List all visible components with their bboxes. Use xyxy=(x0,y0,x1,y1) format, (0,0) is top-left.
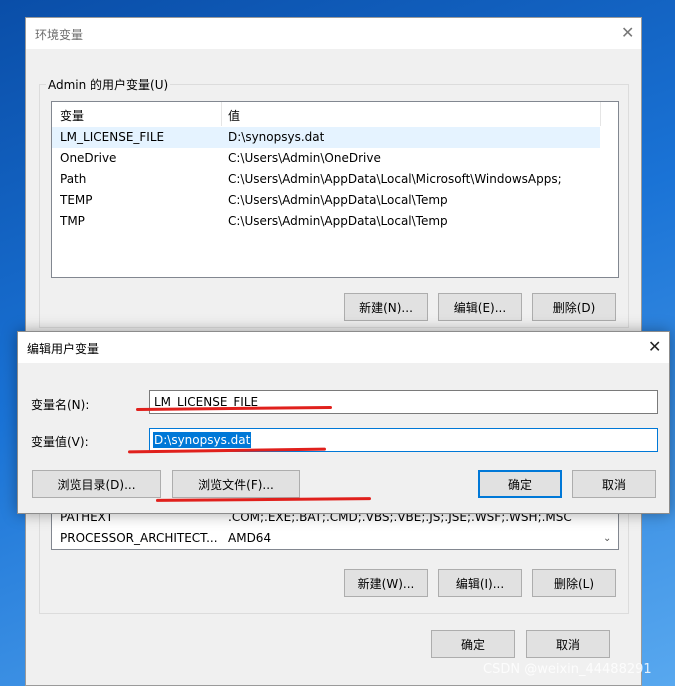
chevron-down-icon[interactable]: ⌄ xyxy=(603,533,611,544)
column-divider xyxy=(600,102,601,126)
env-cancel-button[interactable]: 取消 xyxy=(526,630,610,658)
var-value-cell: C:\Users\Admin\OneDrive xyxy=(228,151,381,165)
edit-ok-button[interactable]: 确定 xyxy=(478,470,562,498)
edit-dialog-title: 编辑用户变量 xyxy=(27,342,100,356)
env-titlebar: 环境变量 ✕ xyxy=(26,18,641,49)
table-row[interactable]: TEMP C:\Users\Admin\AppData\Local\Temp xyxy=(52,190,600,211)
var-value-cell: AMD64 xyxy=(228,531,272,545)
user-new-button[interactable]: 新建(N)... xyxy=(344,293,428,321)
variable-value-label: 变量值(V): xyxy=(31,435,89,449)
watermark: CSDN @weixin_44488291 xyxy=(483,662,652,677)
table-row[interactable]: PROCESSOR_ARCHITECT... AMD64 xyxy=(52,528,600,549)
edit-user-variable-dialog: 编辑用户变量 ✕ 变量名(N): LM_LICENSE_FILE 变量值(V):… xyxy=(17,331,670,514)
close-icon[interactable]: ✕ xyxy=(648,339,661,355)
table-row[interactable]: LM_LICENSE_FILE D:\synopsys.dat xyxy=(52,127,600,148)
variable-name-field[interactable]: LM_LICENSE_FILE xyxy=(149,390,658,414)
user-edit-button[interactable]: 编辑(E)... xyxy=(438,293,522,321)
var-value-cell: C:\Users\Admin\AppData\Local\Microsoft\W… xyxy=(228,172,562,186)
column-divider[interactable] xyxy=(221,102,222,126)
annotation-underline xyxy=(155,497,372,502)
var-name-cell: TMP xyxy=(60,214,85,228)
system-new-button[interactable]: 新建(W)... xyxy=(344,569,428,597)
user-vars-group-label: Admin 的用户变量(U) xyxy=(46,76,171,93)
list-header: 变量 值 xyxy=(52,102,618,126)
table-row[interactable]: TMP C:\Users\Admin\AppData\Local\Temp xyxy=(52,211,600,232)
user-delete-button[interactable]: 删除(D) xyxy=(532,293,616,321)
variable-name-label: 变量名(N): xyxy=(31,398,90,412)
table-row[interactable]: OneDrive C:\Users\Admin\OneDrive xyxy=(52,148,600,169)
var-value-cell: C:\Users\Admin\AppData\Local\Temp xyxy=(228,193,448,207)
env-ok-button[interactable]: 确定 xyxy=(431,630,515,658)
system-edit-button[interactable]: 编辑(I)... xyxy=(438,569,522,597)
user-vars-list[interactable]: 变量 值 LM_LICENSE_FILE D:\synopsys.dat One… xyxy=(51,101,619,278)
edit-cancel-button[interactable]: 取消 xyxy=(572,470,656,498)
var-value-cell: D:\synopsys.dat xyxy=(228,130,325,144)
var-name-cell: TEMP xyxy=(60,193,93,207)
variable-value-text: D:\synopsys.dat xyxy=(153,432,252,448)
env-dialog-title: 环境变量 xyxy=(35,28,84,42)
browse-file-button[interactable]: 浏览文件(F)... xyxy=(172,470,300,498)
var-name-cell: Path xyxy=(60,172,87,186)
system-delete-button[interactable]: 删除(L) xyxy=(532,569,616,597)
var-name-cell: LM_LICENSE_FILE xyxy=(60,130,165,144)
var-name-cell: OneDrive xyxy=(60,151,117,165)
close-icon[interactable]: ✕ xyxy=(621,25,634,41)
column-header-variable[interactable]: 变量 xyxy=(60,107,84,124)
browse-directory-button[interactable]: 浏览目录(D)... xyxy=(32,470,161,498)
var-value-cell: C:\Users\Admin\AppData\Local\Temp xyxy=(228,214,448,228)
edit-titlebar: 编辑用户变量 ✕ xyxy=(18,332,669,363)
table-row[interactable]: Path C:\Users\Admin\AppData\Local\Micros… xyxy=(52,169,600,190)
column-header-value[interactable]: 值 xyxy=(228,107,240,124)
var-name-cell: PROCESSOR_ARCHITECT... xyxy=(60,531,218,545)
